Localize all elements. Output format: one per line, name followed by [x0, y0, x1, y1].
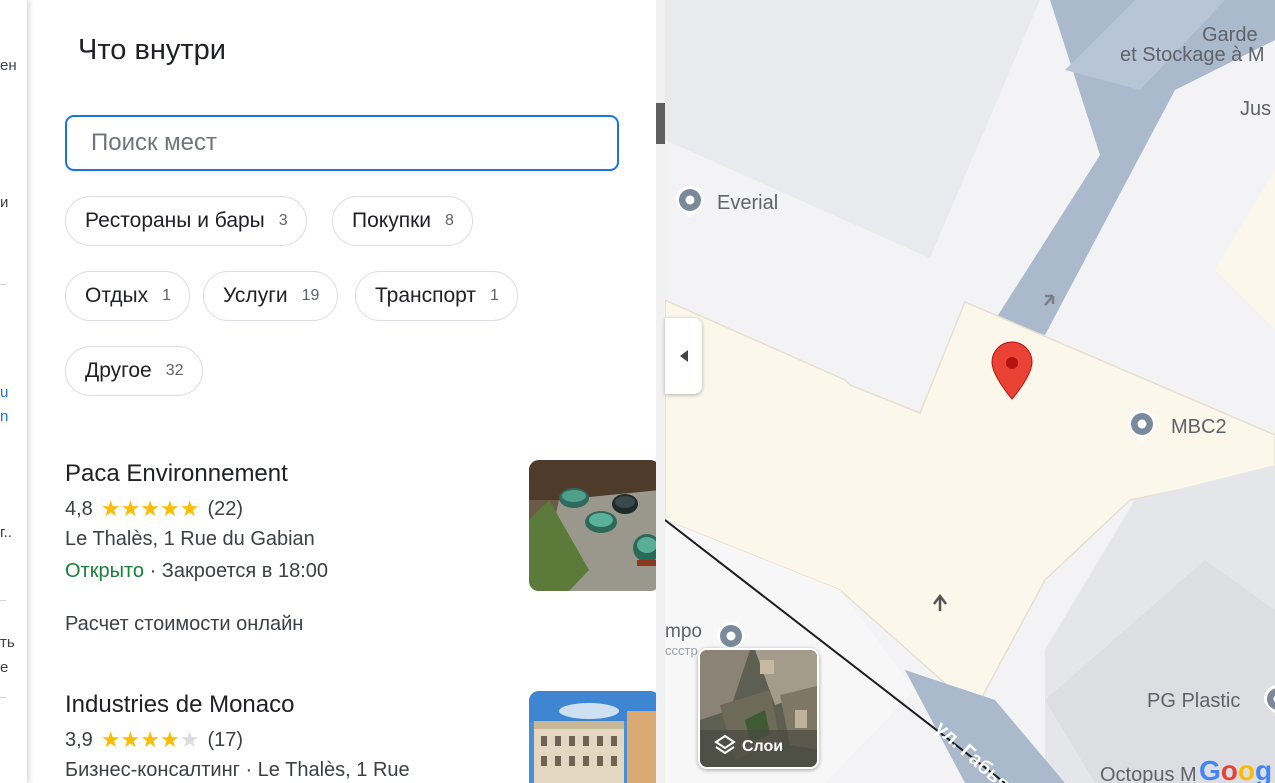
search-box [65, 115, 619, 171]
chip-leisure[interactable]: Отдых 1 [65, 271, 191, 321]
place-hours: Открыто · Закроется в 18:00 [65, 560, 328, 583]
layers-button[interactable]: Слои [698, 648, 819, 769]
chip-label: Рестораны и бары [85, 209, 265, 232]
clipped-link[interactable]: u [0, 384, 8, 401]
place-name[interactable]: Industries de Monaco [65, 691, 294, 719]
chip-label: Отдых [85, 284, 149, 307]
map-label-jus[interactable]: Jus [1240, 98, 1271, 121]
star-rating-icon: ★★★★★ [100, 496, 200, 521]
layers-label: Слои [742, 738, 784, 755]
place-photo[interactable] [529, 691, 656, 783]
triangle-left-icon [679, 350, 688, 362]
map-label-mbc2[interactable]: MBC2 [1171, 416, 1227, 439]
collapse-panel-button[interactable] [665, 318, 702, 394]
chip-transport[interactable]: Транспорт 1 [355, 271, 518, 321]
clipped-text: ен [0, 57, 17, 74]
chip-count: 1 [162, 287, 172, 304]
chip-label: Покупки [352, 209, 431, 232]
place-photo[interactable] [529, 460, 656, 591]
chip-count: 19 [301, 287, 320, 304]
rating-row: 4,8 ★★★★★ (22) [65, 496, 243, 522]
left-clipped-panel: ен и u n г.. ть е [0, 0, 28, 783]
review-count: (22) [207, 497, 244, 520]
map-label-pg-plastic[interactable]: PG Plastic [1147, 690, 1240, 713]
clipped-text: ть [0, 634, 15, 651]
panel-scrollbar-thumb[interactable] [656, 103, 665, 144]
clipped-text: е [0, 659, 9, 676]
chip-label: Другое [85, 359, 152, 382]
chip-count: 1 [490, 287, 499, 304]
star-rating-icon: ★★★★★ [100, 727, 200, 752]
open-status: Открыто [65, 560, 145, 582]
review-count: (17) [207, 728, 244, 751]
map-label-octopus[interactable]: Octopus M [1100, 764, 1197, 783]
rating-value: 3,9 [65, 728, 93, 751]
chip-services[interactable]: Услуги 19 [203, 271, 339, 321]
chip-label: Услуги [223, 284, 288, 307]
chip-count: 8 [445, 212, 454, 229]
divider [0, 284, 6, 285]
place-result[interactable]: Paca Environnement 4,8 ★★★★★ (22) Le Tha… [65, 460, 656, 650]
place-address: Бизнес-консалтинг · Le Thalès, 1 Rue [65, 759, 410, 781]
place-result[interactable]: Industries de Monaco 3,9 ★★★★★ (17) Бизн… [65, 691, 656, 783]
chip-restaurants-bars[interactable]: Рестораны и бары 3 [65, 196, 307, 246]
rating-row: 3,9 ★★★★★ (17) [65, 727, 243, 753]
google-maps-screen: ен и u n г.. ть е Что внутри Рестораны и… [0, 0, 1275, 783]
google-logo: Goog [1199, 755, 1273, 783]
map-poi-pin-icon[interactable] [673, 184, 707, 218]
map-label-garden-line2[interactable]: et Stockage à M [1120, 44, 1265, 67]
chip-shopping[interactable]: Покупки 8 [332, 196, 473, 246]
map-poi-pin-icon[interactable] [1125, 408, 1159, 442]
chip-other[interactable]: Другое 32 [65, 346, 203, 396]
place-name[interactable]: Paca Environnement [65, 460, 288, 488]
map-label-everial[interactable]: Everial [717, 192, 778, 215]
search-input[interactable] [67, 117, 617, 169]
chip-label: Транспорт [375, 284, 476, 307]
clipped-text: г.. [0, 524, 12, 541]
clipped-text: и [0, 194, 9, 211]
map-label-mpo[interactable]: mpo [665, 621, 702, 643]
closing-time: · Закроется в 18:00 [144, 560, 329, 582]
divider [0, 697, 6, 698]
layers-icon [714, 734, 736, 755]
chip-count: 32 [165, 362, 184, 379]
map-label-mpo-sub: ссстр [665, 643, 698, 658]
panel-title: Что внутри [78, 34, 227, 66]
map-poi-pin-icon[interactable] [1261, 683, 1275, 717]
clipped-link[interactable]: n [0, 408, 8, 425]
rating-value: 4,8 [65, 497, 93, 520]
directory-panel: Что внутри Рестораны и бары 3 Покупки 8 … [29, 0, 656, 783]
chip-count: 3 [278, 212, 288, 229]
divider [0, 600, 6, 601]
place-address: Le Thalès, 1 Rue du Gabian [65, 528, 315, 550]
place-extra-info: Расчет стоимости онлайн [65, 613, 304, 635]
